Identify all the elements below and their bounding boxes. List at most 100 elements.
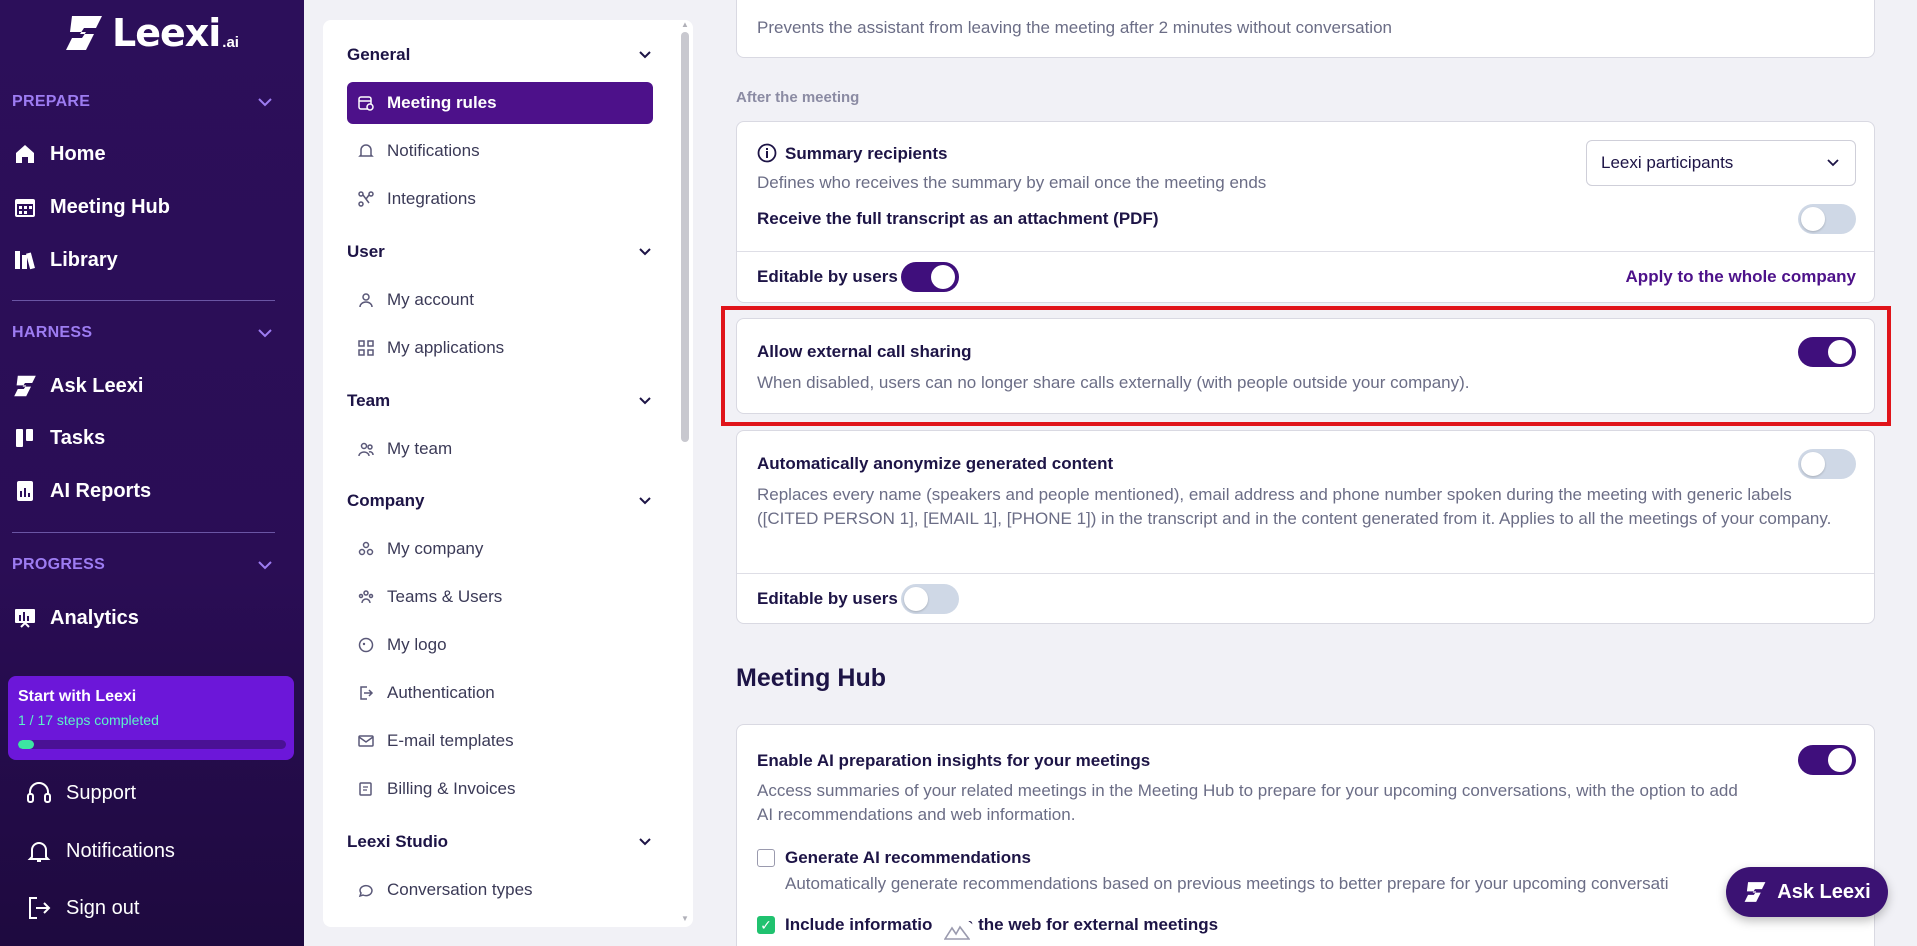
- card-description: Replaces every name (speakers and people…: [757, 485, 1832, 528]
- menu-item-meeting-rules[interactable]: Meeting rules: [347, 82, 653, 124]
- sign-out-icon: [29, 897, 51, 919]
- section-label: PREPARE: [12, 93, 91, 110]
- bell-icon: [357, 142, 375, 160]
- section-label: HARNESS: [12, 324, 93, 341]
- users-icon: [357, 588, 375, 606]
- info-icon[interactable]: [757, 143, 777, 163]
- leexi-logo[interactable]: Leexi .ai: [64, 11, 239, 55]
- card-description: Access summaries of your related meeting…: [757, 781, 1738, 824]
- ask-leexi-button[interactable]: Ask Leexi: [1726, 867, 1888, 917]
- apps-icon: [357, 339, 375, 357]
- summary-recipients-select[interactable]: Leexi participants: [1586, 140, 1856, 186]
- nav-item-ai-reports[interactable]: AI Reports: [12, 474, 282, 508]
- notifications-label: Notifications: [66, 839, 175, 862]
- report-icon: [12, 478, 38, 504]
- menu-item-integrations[interactable]: Integrations: [347, 178, 653, 220]
- nav-item-meeting-hub[interactable]: Meeting Hub: [12, 190, 282, 224]
- select-value: Leexi participants: [1601, 153, 1734, 172]
- tasks-icon: [12, 425, 38, 451]
- menu-item-label: My team: [387, 439, 453, 458]
- recommendations-title: Generate AI recommendations: [785, 848, 1031, 867]
- card-ai-preparation: Enable AI preparation insights for your …: [736, 724, 1875, 946]
- menu-item-conversation-types[interactable]: Conversation types: [347, 869, 653, 911]
- integrations-icon: [357, 190, 375, 208]
- sidebar: Leexi .ai PREPARE Home Meeting Hub Libra…: [0, 0, 304, 946]
- logo-text: Leexi: [112, 11, 221, 55]
- nav-item-ask-leexi[interactable]: Ask Leexi: [12, 369, 282, 403]
- ai-prep-toggle[interactable]: [1798, 745, 1856, 775]
- chevron-down-icon: [258, 329, 272, 338]
- nav-item-label: Home: [50, 142, 106, 165]
- menu-item-my-logo[interactable]: My logo: [347, 624, 653, 666]
- web-info-checkbox[interactable]: ✓: [757, 916, 775, 934]
- menu-item-email-templates[interactable]: E-mail templates: [347, 720, 653, 762]
- menu-group-company[interactable]: Company: [347, 487, 653, 515]
- editable-label: Editable by users: [757, 589, 898, 608]
- menu-item-label: Notifications: [387, 141, 480, 160]
- section-label: PROGRESS: [12, 556, 106, 573]
- menu-item-label: My applications: [387, 338, 505, 357]
- card-title: Automatically anonymize generated conten…: [757, 454, 1114, 473]
- nav-item-analytics[interactable]: Analytics: [12, 601, 282, 635]
- web-info-title-end: n the web for external meetings: [963, 915, 1219, 934]
- chevron-down-icon: [1827, 159, 1839, 167]
- menu-item-teams-users[interactable]: Teams & Users: [347, 576, 653, 618]
- toggle-knob: [1828, 748, 1852, 772]
- menu-item-billing[interactable]: Billing & Invoices: [347, 768, 653, 810]
- transcript-toggle[interactable]: [1798, 204, 1856, 234]
- logo-icon: [357, 636, 375, 654]
- home-icon: [12, 141, 38, 167]
- bell-icon: [27, 842, 51, 862]
- section-harness[interactable]: HARNESS: [12, 321, 274, 345]
- apply-whole-company-link[interactable]: Apply to the whole company: [1626, 267, 1856, 287]
- menu-item-notifications[interactable]: Notifications: [347, 130, 653, 172]
- editable-label: Editable by users: [757, 267, 898, 286]
- menu-group-label: Company: [347, 491, 425, 510]
- scroll-down-arrow[interactable]: ▼: [681, 915, 689, 923]
- nav-item-home[interactable]: Home: [12, 137, 282, 171]
- section-progress[interactable]: PROGRESS: [12, 553, 274, 577]
- anonymize-toggle[interactable]: [1798, 449, 1856, 479]
- start-with-leexi-card[interactable]: Start with Leexi 1 / 17 steps completed: [8, 676, 294, 760]
- divider: [737, 573, 1874, 574]
- settings-menu: General Meeting rules Notifications Inte…: [323, 20, 693, 927]
- menu-group-general[interactable]: General: [347, 41, 653, 69]
- menu-item-my-account[interactable]: My account: [347, 279, 653, 321]
- support-link[interactable]: Support: [26, 777, 136, 809]
- menu-group-user[interactable]: User: [347, 238, 653, 266]
- menu-item-authentication[interactable]: Authentication: [347, 672, 653, 714]
- web-info-title-start: Include informatio: [785, 915, 933, 934]
- menu-item-label: My company: [387, 539, 484, 558]
- sign-out-link[interactable]: Sign out: [26, 892, 139, 924]
- nav-item-label: Analytics: [50, 606, 139, 629]
- menu-group-leexi-studio[interactable]: Leexi Studio: [347, 828, 653, 856]
- library-icon: [12, 247, 38, 273]
- menu-item-my-applications[interactable]: My applications: [347, 327, 653, 369]
- user-icon: [357, 291, 375, 309]
- chevron-down-icon: [639, 248, 651, 256]
- menu-group-team[interactable]: Team: [347, 387, 653, 415]
- editable-toggle[interactable]: [901, 262, 959, 292]
- menu-item-label: My account: [387, 290, 474, 309]
- menu-item-my-company[interactable]: My company: [347, 528, 653, 570]
- main-content: Prevents the assistant from leaving the …: [713, 0, 1917, 946]
- mountain-icon: [944, 925, 970, 940]
- recommendations-checkbox[interactable]: [757, 849, 775, 867]
- leexi-icon: [12, 373, 38, 399]
- nav-item-label: Ask Leexi: [50, 374, 144, 397]
- sign-out-label: Sign out: [66, 896, 140, 919]
- chevron-down-icon: [639, 838, 651, 846]
- start-progress-fill: [18, 740, 35, 749]
- nav-item-tasks[interactable]: Tasks: [12, 421, 282, 455]
- menu-group-label: General: [347, 45, 411, 64]
- support-label: Support: [66, 781, 137, 804]
- nav-item-library[interactable]: Library: [12, 243, 282, 277]
- card-title: Enable AI preparation insights for your …: [757, 751, 1151, 770]
- section-prepare[interactable]: PREPARE: [12, 90, 274, 114]
- menu-item-my-team[interactable]: My team: [347, 428, 653, 470]
- notifications-link[interactable]: Notifications: [26, 835, 175, 867]
- editable-toggle[interactable]: [901, 584, 959, 614]
- toggle-knob: [931, 265, 955, 289]
- scroll-up-arrow[interactable]: ▲: [681, 21, 689, 29]
- menu-scrollbar[interactable]: [681, 32, 689, 442]
